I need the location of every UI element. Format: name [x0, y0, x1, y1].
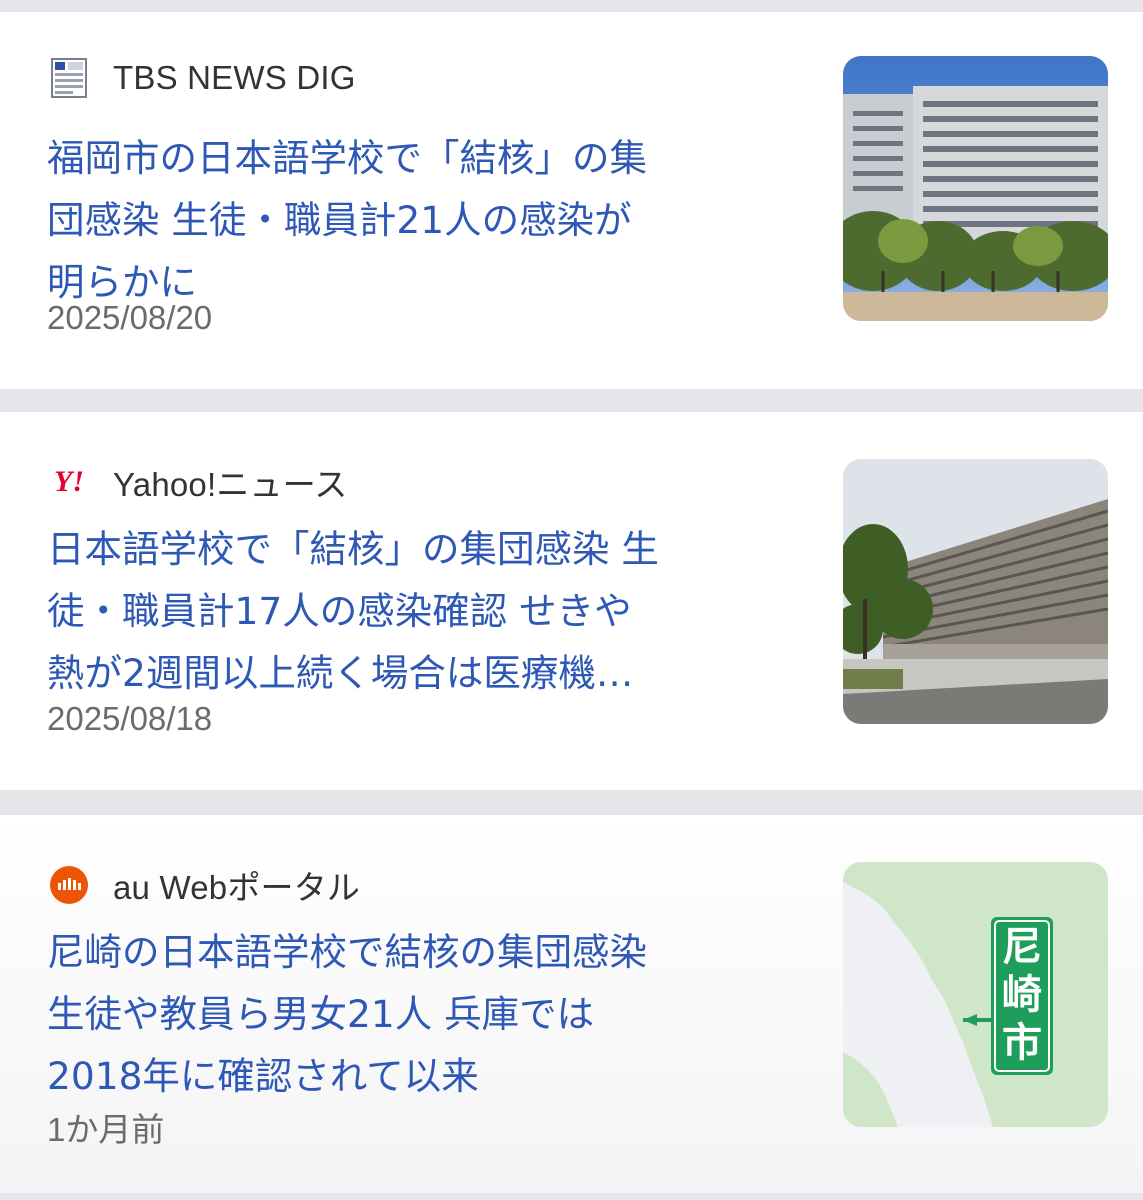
headline-line: 2018年に確認されて以来	[47, 1054, 479, 1098]
article-headline[interactable]: 福岡市の日本語学校で「結核」の集 団感染 生徒・職員計21人の感染が 明らかに	[47, 127, 807, 313]
yahoo-news-logo-icon: Y!	[47, 460, 91, 504]
source-name: TBS NEWS DIG	[113, 59, 356, 96]
source-row: Y! Yahoo!ニュース	[47, 460, 348, 504]
news-card[interactable]: Y! Yahoo!ニュース 日本語学校で「結核」の集団感染 生 徒・職員計17人…	[0, 412, 1143, 790]
tbs-news-dig-logo-icon	[47, 56, 91, 100]
au-web-portal-logo-icon	[47, 863, 91, 907]
headline-line: 生徒や教員ら男女21人 兵庫では	[47, 992, 595, 1036]
yahoo-logo-text: Y!	[54, 465, 84, 498]
article-date: 1か月前	[47, 1111, 165, 1148]
headline-line: 団感染 生徒・職員計21人の感染が	[47, 198, 632, 242]
map-label-char: 市	[1002, 1020, 1042, 1066]
map-label-char: 尼	[1002, 924, 1042, 970]
article-headline[interactable]: 尼崎の日本語学校で結核の集団感染 生徒や教員ら男女21人 兵庫では 2018年に…	[47, 921, 807, 1107]
headline-line: 福岡市の日本語学校で「結核」の集	[47, 136, 647, 180]
source-name: Yahoo!ニュース	[113, 466, 348, 503]
article-thumbnail[interactable]	[843, 459, 1108, 724]
headline-line: 日本語学校で「結核」の集団感染 生	[47, 527, 659, 571]
source-name: au Webポータル	[113, 869, 361, 906]
source-row: au Webポータル	[47, 863, 360, 907]
news-card[interactable]: TBS NEWS DIG 福岡市の日本語学校で「結核」の集 団感染 生徒・職員計…	[0, 12, 1143, 389]
map-label-char: 崎	[1002, 972, 1042, 1018]
article-headline[interactable]: 日本語学校で「結核」の集団感染 生 徒・職員計17人の感染確認 せきや 熱が2週…	[47, 518, 807, 704]
headline-line: 尼崎の日本語学校で結核の集団感染	[47, 930, 647, 974]
article-thumbnail[interactable]	[843, 56, 1108, 321]
headline-line: 徒・職員計17人の感染確認 せきや	[47, 589, 632, 633]
source-row: TBS NEWS DIG	[47, 56, 356, 100]
headline-line: 熱が2週間以上続く場合は医療機…	[47, 651, 634, 695]
article-thumbnail[interactable]: 尼 崎 市	[843, 862, 1108, 1127]
article-date: 2025/08/18	[47, 700, 213, 737]
news-card[interactable]: au Webポータル 尼崎の日本語学校で結核の集団感染 生徒や教員ら男女21人 …	[0, 815, 1143, 1193]
article-date: 2025/08/20	[47, 299, 213, 336]
